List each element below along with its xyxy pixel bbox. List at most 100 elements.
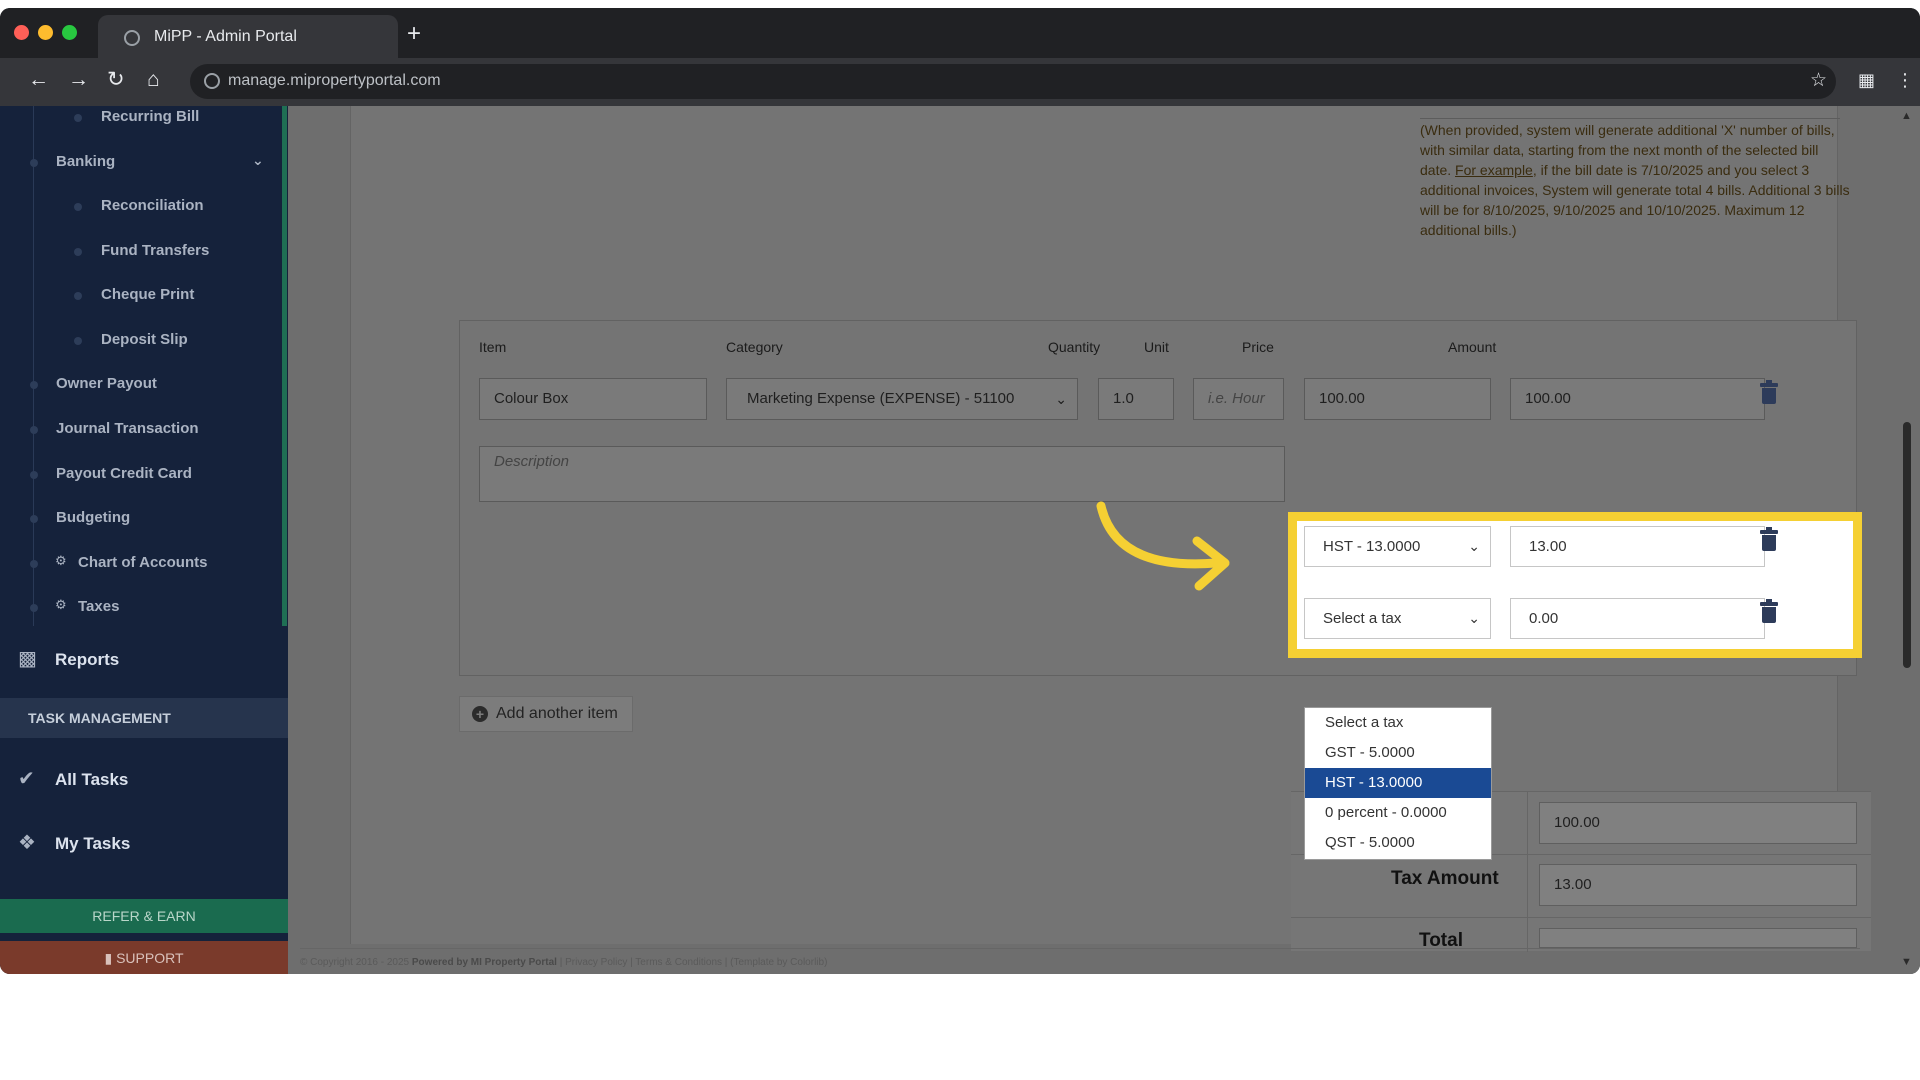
add-another-item-label: Add another item	[496, 705, 618, 722]
extensions-icon[interactable]: ▦	[1858, 68, 1875, 92]
bullet-icon	[74, 248, 82, 256]
note-example-link[interactable]: For example	[1455, 162, 1533, 178]
scrollbar-thumb[interactable]	[1903, 422, 1911, 668]
sidebar-item-reports[interactable]: Reports	[55, 650, 119, 670]
site-info-icon[interactable]	[204, 73, 220, 89]
tax-option[interactable]: QST - 5.0000	[1305, 828, 1491, 858]
plus-circle-icon: +	[472, 706, 488, 722]
scroll-up-arrow-icon[interactable]: ▲	[1901, 110, 1912, 122]
reload-icon[interactable]: ↻	[107, 68, 125, 92]
footer-powered-by[interactable]: Powered by MI Property Portal	[412, 957, 557, 968]
tab-strip: MiPP - Admin Portal +	[0, 8, 1920, 58]
item-input[interactable]: Colour Box	[479, 378, 707, 420]
globe-icon	[124, 30, 140, 46]
bullet-icon	[74, 114, 82, 122]
browser-tab[interactable]: MiPP - Admin Portal	[98, 15, 398, 58]
sidebar-item-my-tasks[interactable]: My Tasks	[55, 834, 130, 854]
tax-option[interactable]: GST - 5.0000	[1305, 738, 1491, 768]
footer-links[interactable]: | Privacy Policy | Terms & Conditions |	[557, 957, 730, 968]
book-icon: ▮	[104, 950, 117, 966]
page-viewport: Recurring Bill Banking ⌄ Reconciliation …	[0, 106, 1920, 974]
sidebar-item-reconciliation[interactable]: Reconciliation	[101, 197, 204, 214]
column-header-category: Category	[726, 339, 783, 355]
bill-form: (When provided, system will generate add…	[350, 106, 1871, 952]
subtotal-value: 100.00	[1539, 802, 1857, 844]
chevron-down-icon[interactable]: ⌄	[252, 152, 264, 169]
column-header-price: Price	[1242, 339, 1274, 355]
sidebar-item-taxes[interactable]: Taxes	[78, 598, 119, 615]
bullet-icon	[30, 560, 38, 568]
tax-option-selected[interactable]: HST - 13.0000	[1305, 768, 1491, 798]
column-header-amount: Amount	[1448, 339, 1497, 355]
sidebar-item-deposit-slip[interactable]: Deposit Slip	[101, 331, 188, 348]
footer-copyright: © Copyright 2016 - 2025	[300, 957, 412, 968]
scroll-down-arrow-icon[interactable]: ▼	[1901, 956, 1912, 968]
curved-arrow-icon	[1096, 501, 1230, 591]
sidebar-item-journal-transaction[interactable]: Journal Transaction	[56, 420, 199, 437]
bullet-icon	[30, 471, 38, 479]
tax-select-1[interactable]: HST - 13.0000 ⌄	[1304, 526, 1491, 567]
tax-option[interactable]: 0 percent - 0.0000	[1305, 798, 1491, 828]
sidebar-item-banking[interactable]: Banking	[56, 153, 115, 170]
bullet-icon	[30, 426, 38, 434]
description-textarea[interactable]: Description	[479, 446, 1285, 502]
quantity-input[interactable]: 1.0	[1098, 378, 1174, 420]
refer-earn-button[interactable]: REFER & EARN	[0, 899, 288, 933]
sidebar-item-recurring-bill[interactable]: Recurring Bill	[101, 108, 199, 125]
address-bar[interactable]: manage.mipropertyportal.com ☆	[190, 64, 1836, 99]
bullet-icon	[30, 604, 38, 612]
new-tab-button[interactable]: +	[407, 22, 421, 46]
add-another-item-button[interactable]: + Add another item	[459, 696, 633, 732]
chevron-down-icon: ⌄	[1468, 538, 1480, 554]
tax-amount-input-1[interactable]: 13.00	[1510, 526, 1765, 567]
sidebar-item-all-tasks[interactable]: All Tasks	[55, 770, 128, 790]
tab-title: MiPP - Admin Portal	[154, 28, 297, 45]
close-window-button[interactable]	[14, 25, 29, 40]
tax-amount-input-2[interactable]: 0.00	[1510, 598, 1765, 639]
support-button[interactable]: ▮ SUPPORT	[0, 941, 288, 974]
sidebar-item-payout-credit-card[interactable]: Payout Credit Card	[56, 465, 192, 482]
tax-dropdown-list[interactable]: Select a tax GST - 5.0000 HST - 13.0000 …	[1304, 707, 1492, 860]
sidebar-item-owner-payout[interactable]: Owner Payout	[56, 375, 157, 392]
sidebar-accent-bar	[282, 106, 287, 626]
category-select[interactable]: Marketing Expense (EXPENSE) - 51100 ⌄	[726, 378, 1078, 420]
tax-select-2[interactable]: Select a tax ⌄	[1304, 598, 1491, 639]
price-input[interactable]: 100.00	[1304, 378, 1491, 420]
column-header-quantity: Quantity	[1048, 339, 1101, 355]
bullet-icon	[74, 337, 82, 345]
recurring-bills-note: (When provided, system will generate add…	[1420, 120, 1850, 240]
sidebar-item-fund-transfers[interactable]: Fund Transfers	[101, 242, 209, 259]
sidebar-item-chart-of-accounts[interactable]: Chart of Accounts	[78, 554, 207, 571]
maximize-window-button[interactable]	[62, 25, 77, 40]
sidebar: Recurring Bill Banking ⌄ Reconciliation …	[0, 106, 288, 974]
column-header-unit: Unit	[1144, 339, 1169, 355]
bookmark-star-icon[interactable]: ☆	[1810, 69, 1827, 93]
delete-tax-trash-icon[interactable]	[1760, 599, 1778, 624]
delete-tax-trash-icon[interactable]	[1760, 527, 1778, 552]
sidebar-rail	[33, 106, 34, 626]
sidebar-item-budgeting[interactable]: Budgeting	[56, 509, 130, 526]
category-value: Marketing Expense (EXPENSE) - 51100	[747, 390, 1015, 407]
bullet-icon	[30, 515, 38, 523]
browser-window: MiPP - Admin Portal + ← → ↻ ⌂ manage.mip…	[0, 8, 1920, 974]
tax-select-2-value: Select a tax	[1323, 610, 1402, 627]
page-scrollbar[interactable]: ▲ ▼	[1893, 106, 1920, 974]
tax-select-1-value: HST - 13.0000	[1323, 538, 1421, 555]
menu-icon[interactable]: ⋮	[1896, 68, 1914, 92]
home-icon[interactable]: ⌂	[147, 68, 160, 92]
unit-input[interactable]: i.e. Hour	[1193, 378, 1284, 420]
minimize-window-button[interactable]	[38, 25, 53, 40]
tag-icon: ❖	[18, 832, 36, 854]
bullet-icon	[30, 159, 38, 167]
url-text: manage.mipropertyportal.com	[228, 72, 441, 89]
bar-chart-icon: ▩	[18, 648, 37, 670]
forward-icon[interactable]: →	[68, 68, 89, 92]
delete-item-trash-icon[interactable]	[1760, 380, 1778, 405]
bullet-icon	[30, 381, 38, 389]
back-icon[interactable]: ←	[28, 68, 49, 92]
tax-option[interactable]: Select a tax	[1305, 708, 1491, 738]
chevron-down-icon: ⌄	[1055, 391, 1067, 407]
amount-input[interactable]: 100.00	[1510, 378, 1765, 420]
sidebar-item-cheque-print[interactable]: Cheque Print	[101, 286, 194, 303]
note-divider	[1420, 118, 1840, 119]
